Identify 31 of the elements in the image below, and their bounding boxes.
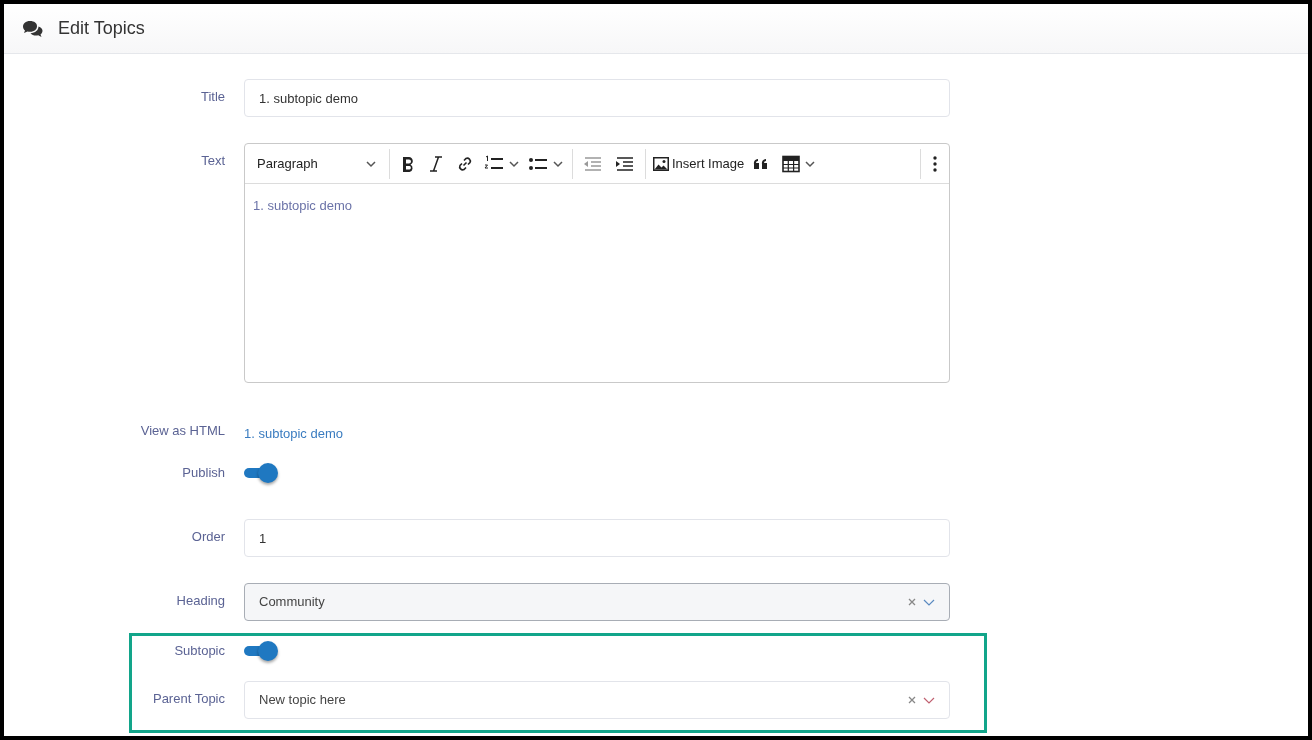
field-label: Title [200,88,225,106]
chevron-down-icon [923,695,935,705]
block-style-dropdown[interactable]: Paragraph [249,147,385,180]
editor-text[interactable]: 1. subtopic demo [253,196,941,216]
image-icon [652,155,670,172]
toggle-switch[interactable] [244,641,278,661]
select-field[interactable]: New topic here [244,681,950,719]
html-preview-text: 1. subtopic demo [244,426,343,441]
field-label: Subtopic [174,642,225,660]
field-label: Text [201,152,225,170]
clear-icon [907,695,917,705]
field-label: Heading [176,592,225,610]
table-icon [782,154,801,173]
field-label: Parent Topic [152,690,225,708]
text-input[interactable]: 1 [244,519,950,557]
indent-icon [615,154,635,173]
page-title: Edit Topics [58,17,145,40]
outdent-icon [583,154,603,173]
bold-icon [400,154,416,173]
italic-icon [428,154,444,173]
chat-bubbles-icon [22,19,44,38]
clear-icon [907,597,917,607]
field-label: Publish [182,464,225,482]
field-label: Order [191,528,225,546]
toggle-switch[interactable] [244,463,278,483]
link-icon [456,154,474,173]
text-input[interactable]: 1. subtopic demo [244,79,950,117]
chevron-down-icon [923,597,935,607]
more-options-icon [931,154,939,173]
field-label: View as HTML [140,422,225,440]
insert-image-button[interactable]: Insert Image [650,147,747,180]
